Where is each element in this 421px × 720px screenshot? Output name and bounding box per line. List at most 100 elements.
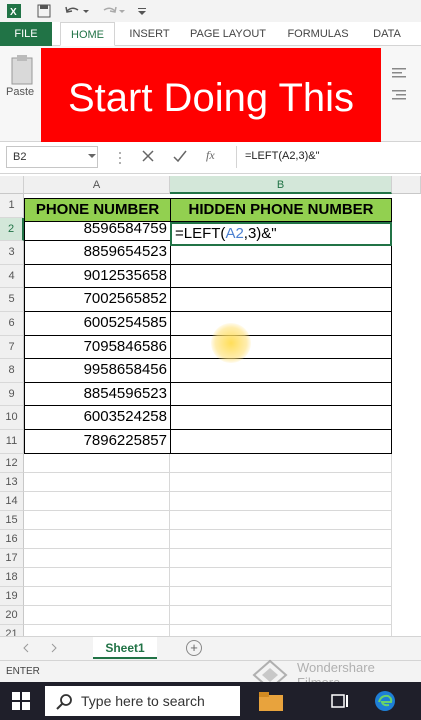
row-header[interactable]: 3 bbox=[0, 241, 24, 265]
edge-browser-icon[interactable] bbox=[374, 690, 396, 712]
redo-icon[interactable] bbox=[98, 2, 128, 20]
paste-button[interactable]: Paste bbox=[6, 86, 40, 98]
scroll-left-icon[interactable] bbox=[22, 643, 30, 653]
title-bar: X bbox=[0, 0, 421, 22]
phone-number-cell[interactable]: 8854596523 bbox=[24, 382, 171, 407]
empty-cell[interactable] bbox=[24, 510, 170, 530]
formula-bar-grip-icon bbox=[118, 151, 122, 165]
empty-cell[interactable] bbox=[170, 548, 392, 568]
phone-number-cell[interactable]: 6003524258 bbox=[24, 406, 171, 430]
hidden-phone-cell[interactable] bbox=[170, 382, 392, 407]
hidden-phone-cell[interactable] bbox=[170, 288, 392, 312]
tab-insert[interactable]: INSERT bbox=[122, 22, 177, 46]
align-right-icon[interactable] bbox=[390, 88, 410, 102]
row-header[interactable]: 8 bbox=[0, 359, 24, 383]
phone-number-cell[interactable]: 6005254585 bbox=[24, 312, 171, 336]
active-cell-b2[interactable]: =LEFT(A2,3)&" bbox=[170, 222, 392, 246]
row-header[interactable]: 13 bbox=[0, 472, 24, 492]
file-explorer-icon[interactable] bbox=[258, 690, 284, 712]
phone-number-cell[interactable]: 7896225857 bbox=[24, 430, 171, 454]
hidden-phone-cell[interactable] bbox=[170, 312, 392, 336]
row-header[interactable]: 4 bbox=[0, 264, 24, 289]
formula-input[interactable]: =LEFT(A2,3)&" bbox=[236, 146, 421, 168]
svg-text:X: X bbox=[10, 7, 17, 18]
save-icon[interactable] bbox=[34, 2, 54, 20]
phone-number-cell[interactable]: 8596584759 bbox=[24, 217, 171, 242]
windows-start-icon[interactable] bbox=[12, 692, 30, 710]
phone-number-cell[interactable]: 9958658456 bbox=[24, 359, 171, 383]
row-header[interactable]: 10 bbox=[0, 406, 24, 430]
hidden-phone-cell[interactable] bbox=[170, 335, 392, 360]
empty-cell[interactable] bbox=[24, 529, 170, 549]
row-header[interactable]: 20 bbox=[0, 605, 24, 625]
tab-formulas[interactable]: FORMULAS bbox=[281, 22, 355, 46]
formula-reference: A2 bbox=[225, 225, 244, 242]
header-hidden-phone-number[interactable]: HIDDEN PHONE NUMBER bbox=[170, 198, 392, 222]
tab-home[interactable]: HOME bbox=[60, 22, 115, 46]
row-header[interactable]: 5 bbox=[0, 288, 24, 312]
select-all-corner[interactable] bbox=[0, 176, 24, 194]
undo-icon[interactable] bbox=[62, 2, 92, 20]
hidden-phone-cell[interactable] bbox=[170, 264, 392, 289]
row-header[interactable]: 7 bbox=[0, 335, 24, 360]
sheet-tab-sheet1[interactable]: Sheet1 bbox=[93, 637, 157, 659]
empty-cell[interactable] bbox=[170, 491, 392, 511]
row-header[interactable]: 11 bbox=[0, 430, 24, 454]
enter-check-icon[interactable] bbox=[172, 148, 188, 164]
empty-cell[interactable] bbox=[170, 529, 392, 549]
tab-file[interactable]: FILE bbox=[0, 22, 52, 46]
formula-prefix: =LEFT( bbox=[175, 225, 226, 242]
row-header[interactable]: 9 bbox=[0, 382, 24, 407]
row-header[interactable]: 6 bbox=[0, 312, 24, 336]
empty-cell[interactable] bbox=[24, 586, 170, 606]
phone-number-cell[interactable]: 7002565852 bbox=[24, 288, 171, 312]
watermark-line1: Wondershare bbox=[297, 660, 375, 675]
taskbar-search[interactable]: Type here to search bbox=[45, 686, 240, 716]
customize-toolbar-icon[interactable] bbox=[135, 2, 149, 20]
phone-number-cell[interactable]: 8859654523 bbox=[24, 241, 171, 265]
empty-cell[interactable] bbox=[24, 567, 170, 587]
formula-suffix: ,3)&" bbox=[243, 225, 277, 242]
name-box[interactable]: B2 bbox=[6, 146, 98, 168]
phone-number-cell[interactable]: 7095846586 bbox=[24, 335, 171, 360]
empty-cell[interactable] bbox=[24, 548, 170, 568]
empty-cell[interactable] bbox=[24, 605, 170, 625]
align-icon[interactable] bbox=[390, 66, 410, 80]
row-header[interactable]: 16 bbox=[0, 529, 24, 549]
empty-cell[interactable] bbox=[170, 605, 392, 625]
add-sheet-button[interactable]: + bbox=[186, 640, 202, 656]
empty-cell[interactable] bbox=[170, 567, 392, 587]
hidden-phone-cell[interactable] bbox=[170, 406, 392, 430]
tab-page-layout[interactable]: PAGE LAYOUT bbox=[186, 22, 270, 46]
empty-cell[interactable] bbox=[170, 510, 392, 530]
insert-function-button[interactable]: fx bbox=[206, 148, 224, 164]
phone-number-cell[interactable]: 9012535658 bbox=[24, 264, 171, 289]
row-header[interactable]: 18 bbox=[0, 567, 24, 587]
scroll-right-icon[interactable] bbox=[50, 643, 58, 653]
empty-cell[interactable] bbox=[170, 586, 392, 606]
hidden-phone-cell[interactable] bbox=[170, 430, 392, 454]
row-header[interactable]: 15 bbox=[0, 510, 24, 530]
tab-data[interactable]: DATA bbox=[364, 22, 410, 46]
name-box-dropdown-icon[interactable] bbox=[88, 151, 96, 159]
column-header-c[interactable] bbox=[392, 176, 421, 194]
paste-icon[interactable] bbox=[8, 54, 36, 86]
row-header[interactable]: 1 bbox=[0, 194, 24, 218]
row-header[interactable]: 19 bbox=[0, 586, 24, 606]
row-header[interactable]: 12 bbox=[0, 453, 24, 473]
column-header-b[interactable]: B bbox=[170, 176, 392, 194]
row-header[interactable]: 17 bbox=[0, 548, 24, 568]
empty-cell[interactable] bbox=[170, 453, 392, 473]
status-mode: ENTER bbox=[6, 666, 40, 677]
empty-cell[interactable] bbox=[24, 491, 170, 511]
empty-cell[interactable] bbox=[24, 453, 170, 473]
task-view-icon[interactable] bbox=[330, 691, 350, 711]
worksheet-grid[interactable]: A B 1 2 3 4 5 6 7 8 9 10 11 12 13 14 15 16 17 18 19 20 21 PH… bbox=[0, 176, 421, 644]
row-header[interactable]: 2 bbox=[0, 217, 24, 242]
row-header[interactable]: 14 bbox=[0, 491, 24, 511]
column-header-a[interactable]: A bbox=[24, 176, 170, 194]
empty-cell[interactable] bbox=[170, 472, 392, 492]
empty-cell[interactable] bbox=[24, 472, 170, 492]
cancel-icon[interactable] bbox=[140, 148, 156, 164]
hidden-phone-cell[interactable] bbox=[170, 359, 392, 383]
